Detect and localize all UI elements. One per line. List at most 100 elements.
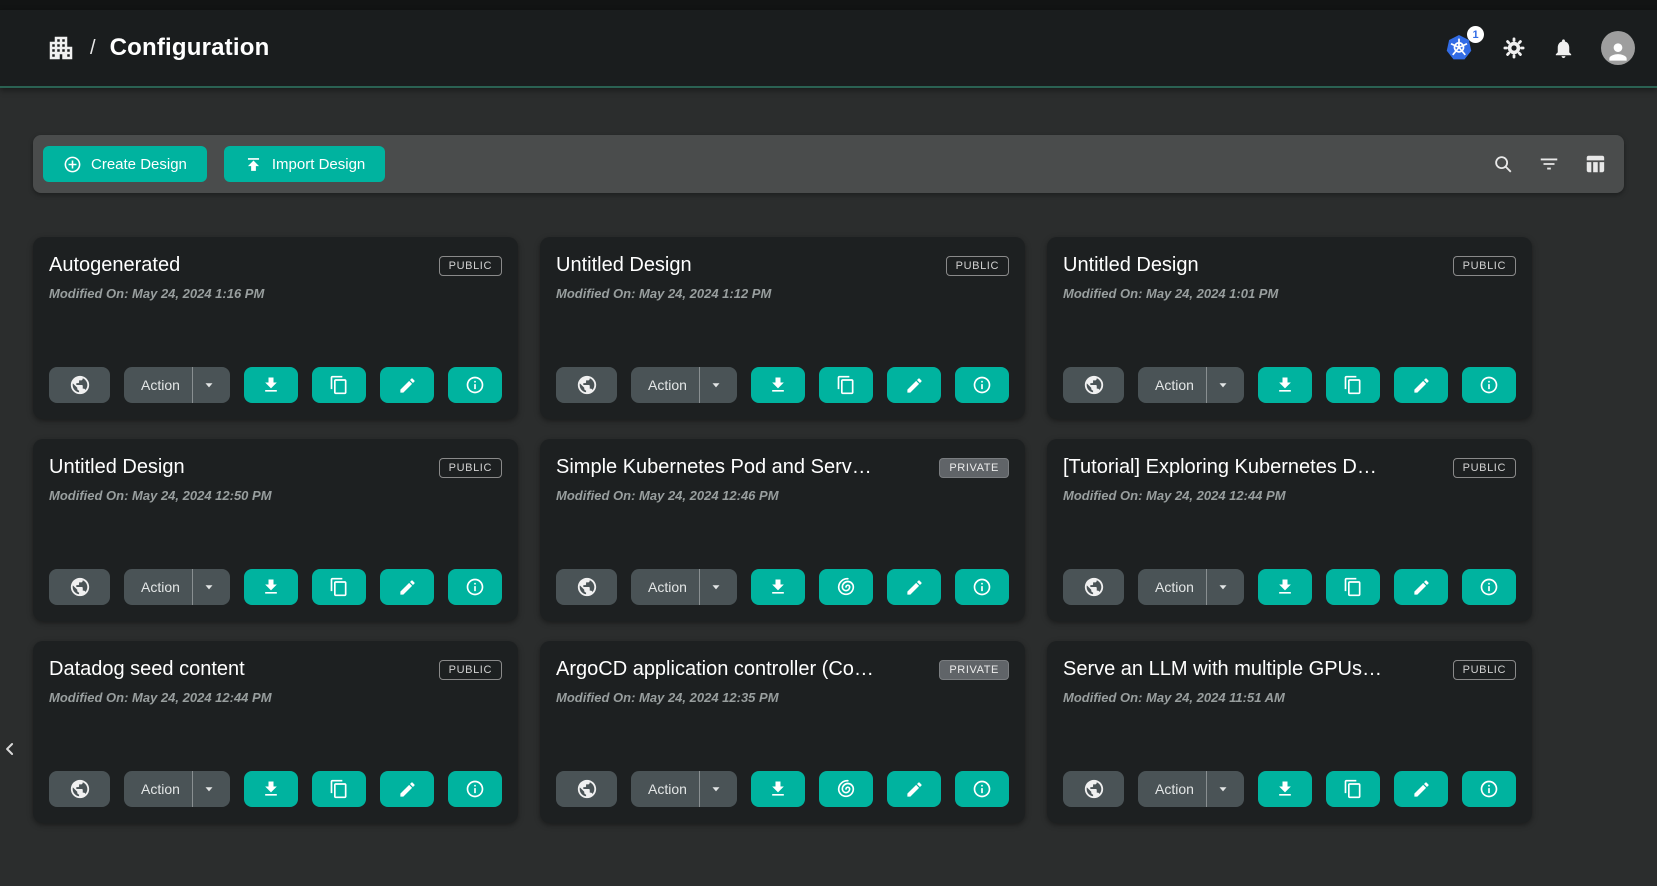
design-card: Simple Kubernetes Pod and Serv… PRIVATE … xyxy=(540,439,1025,621)
download-button[interactable] xyxy=(1258,771,1312,807)
info-icon xyxy=(1479,577,1499,597)
pencil-icon xyxy=(398,780,417,799)
action-button-label: Action xyxy=(636,579,699,595)
download-button[interactable] xyxy=(1258,569,1312,605)
clone-button[interactable] xyxy=(312,367,366,403)
info-icon xyxy=(465,577,485,597)
visibility-globe-button[interactable] xyxy=(556,367,617,403)
clone-button[interactable] xyxy=(312,569,366,605)
modified-date: Modified On: May 24, 2024 12:35 PM xyxy=(556,690,1009,705)
edit-button[interactable] xyxy=(887,367,941,403)
clone-button[interactable] xyxy=(1326,771,1380,807)
modified-date: Modified On: May 24, 2024 1:12 PM xyxy=(556,286,1009,301)
info-icon xyxy=(972,375,992,395)
edit-button[interactable] xyxy=(1394,569,1448,605)
action-split-button[interactable]: Action xyxy=(631,569,737,605)
visibility-globe-button[interactable] xyxy=(556,569,617,605)
action-split-button[interactable]: Action xyxy=(124,569,230,605)
pencil-icon xyxy=(1412,780,1431,799)
edit-button[interactable] xyxy=(887,569,941,605)
card-action-row: Action xyxy=(556,367,1009,403)
action-split-button[interactable]: Action xyxy=(631,367,737,403)
pencil-icon xyxy=(905,780,924,799)
visibility-globe-button[interactable] xyxy=(49,367,110,403)
design-title: Simple Kubernetes Pod and Serv… xyxy=(556,456,872,479)
clone-button[interactable] xyxy=(819,367,873,403)
chevron-down-icon[interactable] xyxy=(193,378,225,392)
design-title: Serve an LLM with multiple GPUs… xyxy=(1063,658,1382,681)
building-icon[interactable] xyxy=(46,33,76,63)
globe-icon xyxy=(576,576,598,598)
action-split-button[interactable]: Action xyxy=(1138,367,1244,403)
edit-button[interactable] xyxy=(887,771,941,807)
visibility-globe-button[interactable] xyxy=(1063,367,1124,403)
info-icon xyxy=(972,577,992,597)
visibility-globe-button[interactable] xyxy=(1063,771,1124,807)
context-count-badge: 1 xyxy=(1467,26,1484,43)
clone-button[interactable] xyxy=(1326,569,1380,605)
action-split-button[interactable]: Action xyxy=(124,367,230,403)
action-split-button[interactable]: Action xyxy=(1138,569,1244,605)
action-button-label: Action xyxy=(129,579,192,595)
download-button[interactable] xyxy=(244,569,298,605)
clone-button[interactable] xyxy=(819,771,873,807)
download-button[interactable] xyxy=(751,771,805,807)
edit-button[interactable] xyxy=(1394,771,1448,807)
chevron-down-icon[interactable] xyxy=(1207,580,1239,594)
edit-button[interactable] xyxy=(380,771,434,807)
chevron-down-icon[interactable] xyxy=(193,580,225,594)
pencil-icon xyxy=(1412,376,1431,395)
import-design-button[interactable]: Import Design xyxy=(224,146,385,182)
chevron-down-icon[interactable] xyxy=(700,378,732,392)
edit-button[interactable] xyxy=(1394,367,1448,403)
visibility-globe-button[interactable] xyxy=(49,569,110,605)
chevron-down-icon[interactable] xyxy=(700,580,732,594)
design-title: [Tutorial] Exploring Kubernetes D… xyxy=(1063,456,1377,479)
action-split-button[interactable]: Action xyxy=(631,771,737,807)
info-button[interactable] xyxy=(448,569,502,605)
edit-button[interactable] xyxy=(380,569,434,605)
collapse-drawer-chevron[interactable] xyxy=(0,733,22,765)
clone-button[interactable] xyxy=(1326,367,1380,403)
filter-icon[interactable] xyxy=(1538,153,1560,175)
download-button[interactable] xyxy=(751,367,805,403)
info-button[interactable] xyxy=(1462,367,1516,403)
visibility-globe-button[interactable] xyxy=(556,771,617,807)
spiral-deploy-icon xyxy=(835,576,857,598)
info-button[interactable] xyxy=(1462,771,1516,807)
table-view-icon[interactable] xyxy=(1584,153,1606,175)
download-button[interactable] xyxy=(244,367,298,403)
info-button[interactable] xyxy=(955,569,1009,605)
clone-button[interactable] xyxy=(819,569,873,605)
visibility-globe-button[interactable] xyxy=(49,771,110,807)
info-button[interactable] xyxy=(955,771,1009,807)
action-split-button[interactable]: Action xyxy=(1138,771,1244,807)
chevron-down-icon[interactable] xyxy=(700,782,732,796)
search-icon[interactable] xyxy=(1492,153,1514,175)
chevron-down-icon[interactable] xyxy=(1207,378,1239,392)
info-button[interactable] xyxy=(448,367,502,403)
info-button[interactable] xyxy=(448,771,502,807)
globe-icon xyxy=(69,374,91,396)
create-design-button[interactable]: Create Design xyxy=(43,146,207,182)
download-button[interactable] xyxy=(244,771,298,807)
settings-gear-icon[interactable] xyxy=(1502,36,1526,60)
globe-icon xyxy=(1083,576,1105,598)
edit-button[interactable] xyxy=(380,367,434,403)
clone-button[interactable] xyxy=(312,771,366,807)
copy-icon xyxy=(329,779,349,799)
chevron-down-icon[interactable] xyxy=(193,782,225,796)
notifications-bell-icon[interactable] xyxy=(1552,37,1575,60)
info-button[interactable] xyxy=(1462,569,1516,605)
info-icon xyxy=(1479,375,1499,395)
download-button[interactable] xyxy=(1258,367,1312,403)
info-button[interactable] xyxy=(955,367,1009,403)
chevron-down-icon[interactable] xyxy=(1207,782,1239,796)
visibility-globe-button[interactable] xyxy=(1063,569,1124,605)
design-title: ArgoCD application controller (Co… xyxy=(556,658,874,681)
action-split-button[interactable]: Action xyxy=(124,771,230,807)
kubernetes-context-button[interactable]: 1 xyxy=(1442,32,1476,64)
avatar[interactable] xyxy=(1601,31,1635,65)
card-action-row: Action xyxy=(1063,771,1516,807)
download-button[interactable] xyxy=(751,569,805,605)
